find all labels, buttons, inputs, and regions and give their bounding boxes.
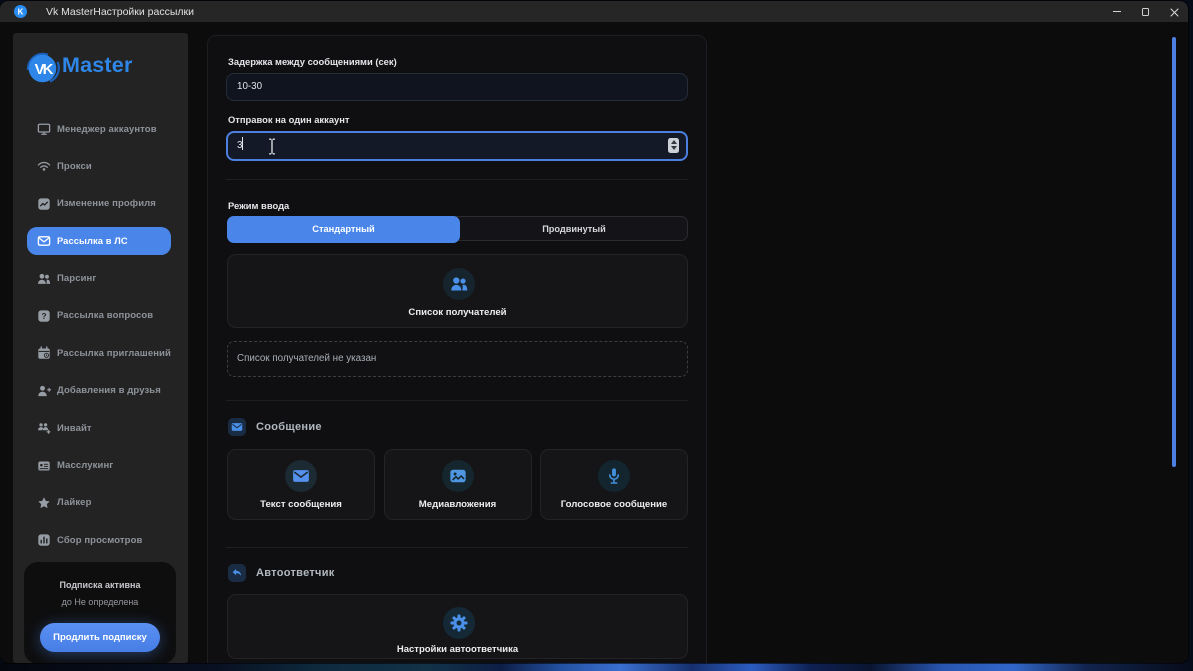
svg-text:K: K: [18, 8, 24, 17]
svg-text:?: ?: [41, 311, 46, 321]
svg-text:VK: VK: [35, 61, 54, 78]
